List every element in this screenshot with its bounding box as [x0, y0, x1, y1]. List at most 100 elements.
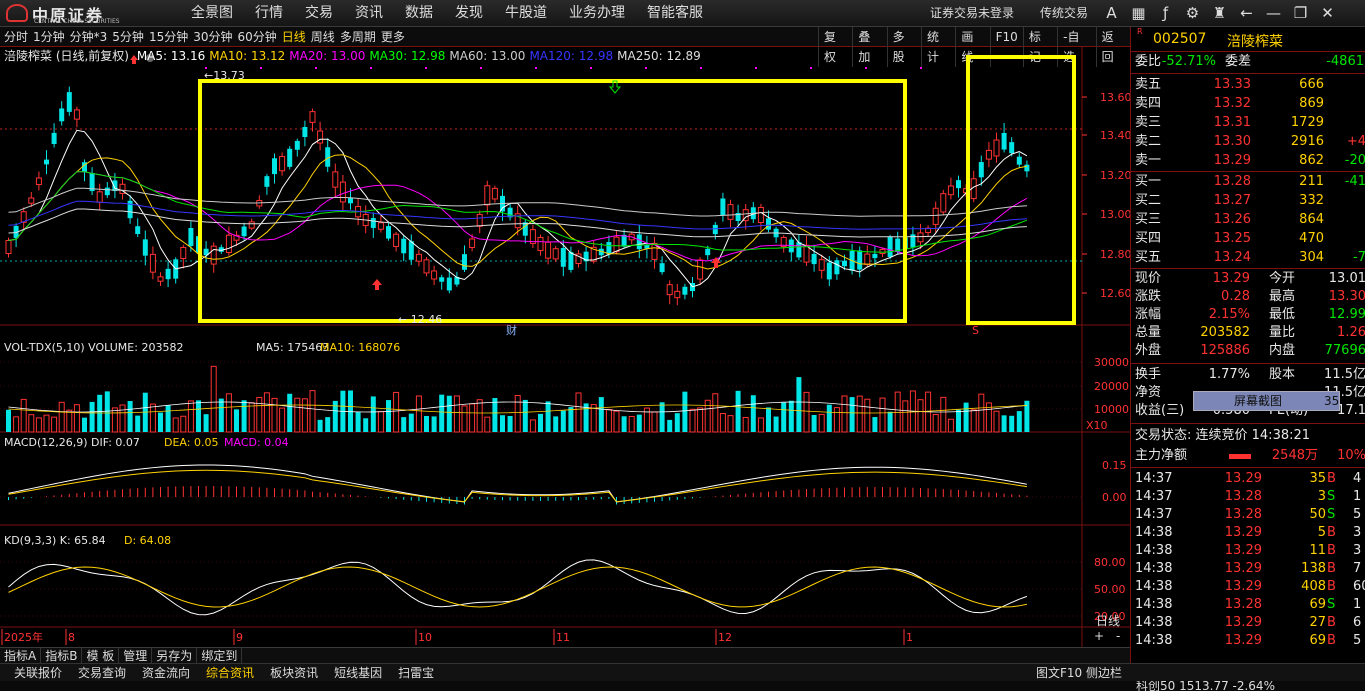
zoom-in-icon[interactable]: +: [1094, 629, 1104, 643]
volume-bar: [522, 399, 528, 432]
info-tab-3[interactable]: 综合资讯: [198, 664, 262, 682]
info-tab-2[interactable]: 资金流向: [134, 664, 198, 682]
period-tab-4[interactable]: 15分钟: [149, 27, 193, 47]
screenshot-tooltip[interactable]: 屏幕截图 35: [1193, 391, 1340, 411]
candle-body: [811, 253, 817, 265]
tick-row: 14:37 13.28 50 S 5: [1131, 506, 1365, 524]
info-tab-4[interactable]: 板块资讯: [262, 664, 326, 682]
info-tab-0[interactable]: 关联报价: [6, 664, 70, 682]
close-icon[interactable]: ✕: [1314, 0, 1341, 27]
volume-bar: [712, 393, 719, 433]
top-bar: 中原证券 CENTRAL CHINA SECURITIES 全景图 行情 交易 资讯数…: [0, 0, 1365, 27]
ma-legend-0: MA5: 13.16: [136, 49, 206, 63]
kline-chart-area[interactable]: 13.60 13.40 13.20 13.00 12.80 12.60 ←13.73 ← 12…: [0, 47, 1130, 647]
indicator-tab-4[interactable]: 另存为: [152, 648, 198, 663]
volume-bar: [833, 407, 840, 433]
period-tag: 日线: [1096, 614, 1121, 628]
volume-bar: [234, 409, 239, 432]
period-tab-6[interactable]: 60分钟: [238, 27, 282, 47]
indicator-tab-1[interactable]: 指标B: [41, 648, 83, 663]
volume-bar: [667, 419, 673, 432]
menu-item-4[interactable]: 数据: [394, 0, 444, 27]
weibi-label: 委比: [1135, 54, 1162, 69]
period-tab-7[interactable]: 日线: [282, 27, 311, 47]
ask-label: 卖一: [1135, 153, 1162, 168]
period-tab-5[interactable]: 30分钟: [193, 27, 237, 47]
candle-body: [44, 159, 49, 165]
info-tab-6[interactable]: 扫雷宝: [390, 664, 442, 682]
back-arrow-icon[interactable]: ←: [1233, 0, 1260, 27]
dot-marker: [810, 67, 812, 69]
menu-item-5[interactable]: 发现: [444, 0, 494, 27]
period-tab-1[interactable]: 1分钟: [33, 27, 70, 47]
period-tab-10[interactable]: 更多: [381, 27, 410, 47]
volume-bar: [89, 401, 95, 432]
stock-name: 涪陵榨菜: [1227, 34, 1283, 50]
menu-item-3[interactable]: 资讯: [344, 0, 394, 27]
tick-volume: 69: [1309, 597, 1326, 612]
volume-bar: [431, 416, 437, 432]
menu-item-7[interactable]: 业务办理: [558, 0, 636, 27]
indicator-tab-0[interactable]: 指标A: [0, 648, 42, 663]
tick-side: B: [1327, 561, 1336, 576]
font-size-icon[interactable]: A: [1098, 0, 1125, 27]
dot-marker: [480, 67, 482, 69]
tshirt-icon[interactable]: ♜: [1206, 0, 1233, 27]
fx-icon[interactable]: ƒ: [1152, 0, 1179, 27]
menu-item-2[interactable]: 交易: [294, 0, 344, 27]
period-tab-3[interactable]: 5分钟: [112, 27, 149, 47]
quote-value: 13.29: [1212, 271, 1250, 286]
ask-label: 卖三: [1135, 115, 1162, 130]
candle-body: [431, 270, 438, 280]
candle-body: [956, 180, 961, 189]
candle-body: [370, 218, 376, 228]
menu-item-1[interactable]: 行情: [244, 0, 294, 27]
info-tab-5[interactable]: 短线基因: [326, 664, 390, 682]
volume-bar: [560, 410, 566, 432]
period-tab-8[interactable]: 周线: [311, 27, 340, 47]
period-tab-2[interactable]: 分钟*3: [70, 27, 113, 47]
menu-item-6[interactable]: 牛股道: [494, 0, 558, 27]
info-tab-1[interactable]: 交易查询: [70, 664, 134, 682]
tick-side: S: [1327, 507, 1336, 522]
menu-item-8[interactable]: 智能客服: [636, 0, 714, 27]
vol-unit: X10: [1086, 419, 1108, 432]
minimize-icon[interactable]: —: [1260, 0, 1287, 27]
gear-icon[interactable]: ⚙: [1179, 0, 1206, 27]
candle-body: [940, 193, 947, 213]
ask-price: 13.33: [1213, 77, 1251, 92]
period-tab-9[interactable]: 多周期: [340, 27, 381, 47]
volume-bar: [363, 418, 369, 432]
candle-body: [401, 238, 407, 254]
grid-icon[interactable]: ▦: [1125, 0, 1152, 27]
volume-bar: [553, 416, 559, 432]
volume-bar: [803, 391, 810, 433]
candle-body: [818, 259, 825, 271]
indicator-tab-2[interactable]: 模 板: [82, 648, 120, 663]
volume-bar: [401, 417, 407, 432]
logo-subtitle: CENTRAL CHINA SECURITIES: [34, 18, 120, 25]
stat-value2: 17.1: [1337, 403, 1365, 418]
f10-sidebar-toggle[interactable]: 图文F10 侧边栏: [1036, 664, 1122, 682]
volume-bar: [970, 409, 977, 433]
indicator-tab-3[interactable]: 管理: [119, 648, 153, 663]
restore-icon[interactable]: ❐: [1287, 0, 1314, 27]
ma-legend-6: MA250: 12.89: [617, 49, 701, 63]
zoom-out-icon[interactable]: -: [1116, 629, 1120, 643]
bid-delta: -7: [1353, 250, 1365, 265]
candle-body: [386, 226, 391, 239]
period-tab-0[interactable]: 分时: [4, 27, 33, 47]
candle-body: [469, 238, 476, 248]
volume-bar: [529, 419, 536, 433]
indicator-tab-5[interactable]: 绑定到: [197, 648, 243, 663]
volume-bar: [674, 413, 680, 432]
volume-bar: [826, 404, 832, 432]
volume-bar: [757, 417, 764, 433]
vol-ma5-legend: MA5: 175463: [256, 341, 329, 354]
candle-body: [96, 191, 103, 203]
dot-marker: [645, 67, 647, 69]
trade-mode-button[interactable]: 传统交易: [1040, 0, 1088, 27]
candle-body: [309, 111, 316, 123]
menu-item-0[interactable]: 全景图: [180, 0, 244, 27]
login-status[interactable]: 证券交易未登录: [930, 0, 1014, 27]
